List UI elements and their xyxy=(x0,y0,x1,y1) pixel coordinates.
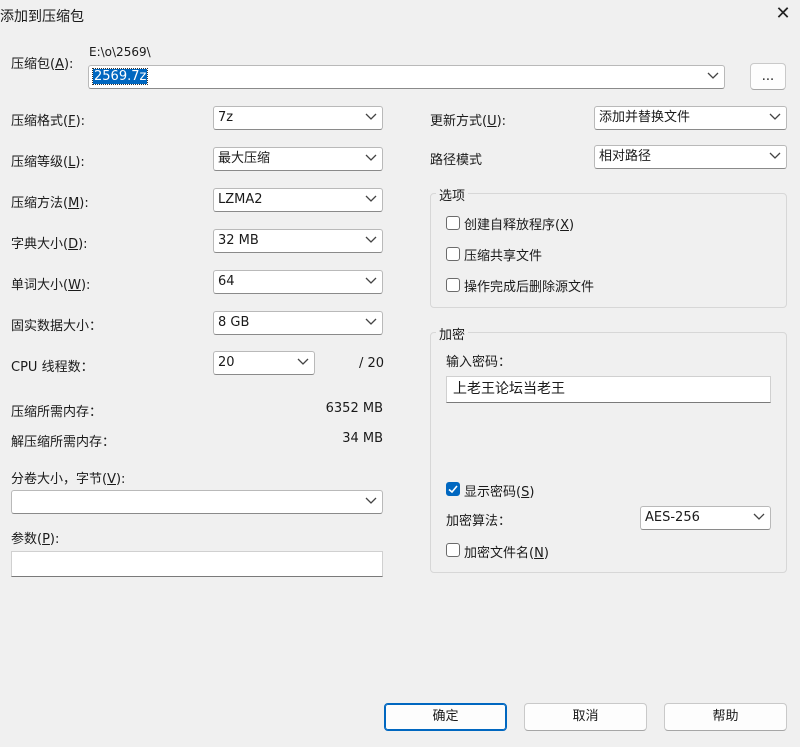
chevron-down-icon xyxy=(769,110,781,124)
chevron-down-icon xyxy=(365,315,377,329)
method-value: LZMA2 xyxy=(218,192,263,207)
ok-button[interactable]: 确定 xyxy=(384,703,507,731)
encryption-method-value: AES-256 xyxy=(645,510,700,525)
dict-select[interactable]: 32 MB xyxy=(213,229,383,253)
chevron-down-icon xyxy=(297,355,309,369)
chevron-down-icon xyxy=(769,149,781,163)
archive-label: 压缩包(A): xyxy=(11,57,74,72)
cancel-button[interactable]: 取消 xyxy=(524,703,647,731)
sfx-label: 创建自释放程序(X) xyxy=(464,218,575,233)
chevron-down-icon xyxy=(365,192,377,206)
update-select[interactable]: 添加并替换文件 xyxy=(594,106,787,130)
show-password-checkbox[interactable] xyxy=(446,482,460,496)
params-input[interactable] xyxy=(11,551,383,577)
shared-label: 压缩共享文件 xyxy=(464,249,543,264)
mem-decompress-label: 解压缩所需内存： xyxy=(11,435,116,450)
sfx-checkbox[interactable] xyxy=(446,216,460,230)
word-value: 64 xyxy=(218,274,235,289)
level-select[interactable]: 最大压缩 xyxy=(213,147,383,171)
chevron-down-icon xyxy=(365,274,377,288)
method-label: 压缩方法(M): xyxy=(11,196,89,211)
archive-path: E:\o\2569\ xyxy=(89,45,151,59)
update-value: 添加并替换文件 xyxy=(599,110,691,125)
dict-value: 32 MB xyxy=(218,233,259,248)
chevron-down-icon xyxy=(753,510,765,524)
show-password-label: 显示密码(S) xyxy=(464,485,535,500)
format-value: 7z xyxy=(218,110,234,125)
browse-button[interactable]: ... xyxy=(750,63,786,90)
title-bar xyxy=(0,0,800,30)
delete-checkbox[interactable] xyxy=(446,278,460,292)
solid-select[interactable]: 8 GB xyxy=(213,311,383,335)
encryption-method-select[interactable]: AES-256 xyxy=(640,506,771,530)
threads-label: CPU 线程数： xyxy=(11,360,94,375)
chevron-down-icon[interactable] xyxy=(707,69,719,83)
password-input[interactable]: 上老王论坛当老王 xyxy=(446,376,771,403)
options-title: 选项 xyxy=(436,185,469,204)
archive-name-value: 2569.7z xyxy=(91,68,149,85)
word-label: 单词大小(W): xyxy=(11,278,91,293)
threads-max: / 20 xyxy=(358,356,384,371)
encryption-title: 加密 xyxy=(436,324,469,343)
threads-select[interactable]: 20 xyxy=(213,351,315,375)
password-label: 输入密码： xyxy=(446,355,512,370)
params-label: 参数(P): xyxy=(11,532,60,547)
format-label: 压缩格式(F): xyxy=(11,114,86,129)
solid-value: 8 GB xyxy=(218,315,250,330)
chevron-down-icon xyxy=(365,494,377,508)
shared-checkbox[interactable] xyxy=(446,247,460,261)
chevron-down-icon xyxy=(365,110,377,124)
encryption-method-label: 加密算法： xyxy=(446,514,512,529)
checkmark-icon xyxy=(448,485,458,494)
chevron-down-icon xyxy=(365,233,377,247)
window-title: 添加到压缩包 xyxy=(0,9,84,25)
method-select[interactable]: LZMA2 xyxy=(213,188,383,212)
archive-name-combo[interactable]: 2569.7z xyxy=(88,65,725,89)
format-select[interactable]: 7z xyxy=(213,106,383,130)
pathmode-label: 路径模式 xyxy=(430,153,483,168)
level-label: 压缩等级(L): xyxy=(11,155,85,170)
mem-compress-label: 压缩所需内存： xyxy=(11,405,103,420)
pathmode-select[interactable]: 相对路径 xyxy=(594,145,787,169)
pathmode-value: 相对路径 xyxy=(599,149,652,164)
close-icon[interactable]: ✕ xyxy=(772,3,794,25)
threads-value: 20 xyxy=(218,355,235,370)
mem-decompress-value: 34 MB xyxy=(342,431,383,446)
delete-label: 操作完成后删除源文件 xyxy=(464,280,595,295)
update-label: 更新方式(U): xyxy=(430,114,507,129)
mem-compress-value: 6352 MB xyxy=(325,401,383,416)
level-value: 最大压缩 xyxy=(218,151,271,166)
dict-label: 字典大小(D): xyxy=(11,237,88,252)
encrypt-names-label: 加密文件名(N) xyxy=(464,546,549,561)
solid-label: 固实数据大小： xyxy=(11,319,103,334)
volume-label: 分卷大小，字节(V): xyxy=(11,472,126,487)
chevron-down-icon xyxy=(365,151,377,165)
word-select[interactable]: 64 xyxy=(213,270,383,294)
volume-select[interactable] xyxy=(11,490,383,514)
help-button[interactable]: 帮助 xyxy=(664,703,787,731)
encrypt-names-checkbox[interactable] xyxy=(446,543,460,557)
